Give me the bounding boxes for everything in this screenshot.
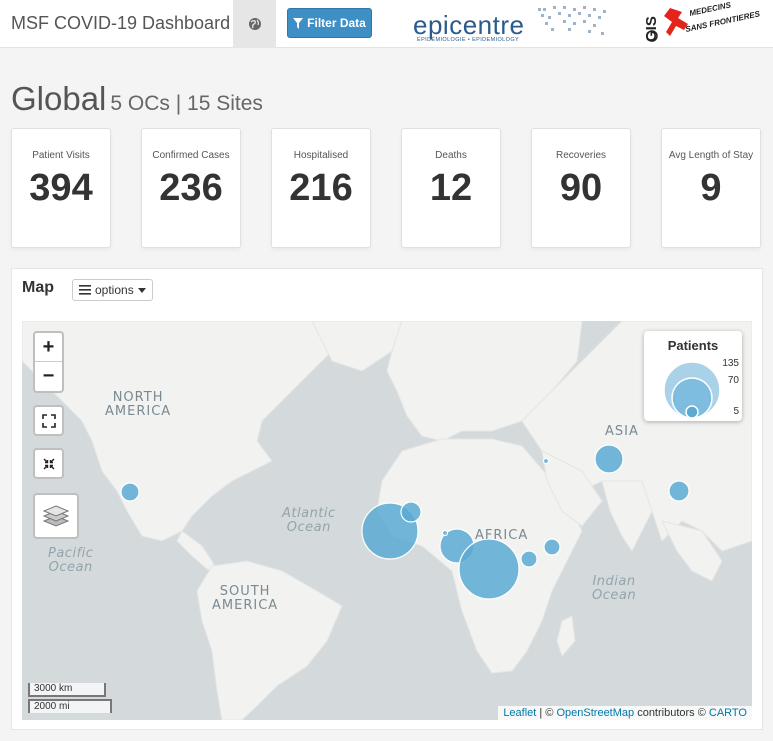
msf-gis-logo: GIS MEDECINS SANS FRONTIERES — [640, 0, 761, 46]
filter-icon — [293, 17, 304, 29]
legend-value-min: 5 — [733, 406, 739, 417]
stat-card-recoveries: Recoveries 90 — [531, 128, 631, 248]
osm-link[interactable]: OpenStreetMap — [556, 707, 634, 719]
app-title-text: MSF COVID-19 Dashboard — [11, 13, 231, 33]
map-options-button[interactable]: options — [72, 279, 153, 301]
page-title: Global — [11, 80, 107, 117]
stat-label: Confirmed Cases — [152, 150, 230, 161]
site-bubble — [520, 550, 538, 568]
stat-label: Deaths — [435, 150, 467, 161]
stat-card-deaths: Deaths 12 — [401, 128, 501, 248]
globe-button[interactable] — [233, 0, 276, 48]
scale-bar-mi: 2000 mi — [28, 699, 112, 713]
map-options-label: options — [95, 283, 134, 297]
stat-label: Recoveries — [555, 150, 607, 161]
stat-card-hospitalised: Hospitalised 216 — [271, 128, 371, 248]
stat-label: Patient Visits — [32, 150, 90, 161]
label-indian-ocean: Indian Ocean — [592, 574, 637, 603]
site-bubble — [543, 538, 561, 556]
scale-bar-km: 3000 km — [28, 683, 106, 697]
site-bubble — [120, 482, 140, 502]
world-map[interactable]: NORTH AMERICA SOUTH AMERICA AFRICA ASIA … — [22, 321, 752, 720]
stat-value: 394 — [29, 167, 93, 209]
top-navbar: MSF COVID-19 Dashboardbeta Filter Data e… — [0, 0, 773, 48]
collapse-icon — [43, 458, 54, 469]
page-subtitle: 5 OCs | 15 Sites — [110, 92, 263, 115]
legend-title: Patients — [667, 338, 719, 353]
stat-value: 216 — [289, 167, 353, 209]
site-bubble — [668, 480, 690, 502]
label-north-america: NORTH AMERICA — [105, 390, 172, 419]
map-basemap — [22, 321, 752, 720]
stat-label: Avg Length of Stay — [668, 150, 754, 161]
map-panel-title: Map — [22, 279, 54, 296]
svg-text:GIS: GIS — [643, 16, 660, 42]
stat-value: 236 — [159, 167, 223, 209]
stat-card-patient-visits: Patient Visits 394 — [11, 128, 111, 248]
stat-value: 90 — [559, 167, 603, 209]
layers-button[interactable] — [33, 493, 79, 539]
label-atlantic-ocean: Atlantic Ocean — [282, 506, 336, 535]
site-bubble — [441, 529, 449, 537]
caret-down-icon — [137, 287, 146, 293]
globe-icon — [248, 18, 261, 30]
stat-value: 12 — [429, 167, 473, 209]
site-bubble — [594, 444, 624, 474]
label-pacific-ocean: Pacific Ocean — [48, 546, 94, 575]
patients-legend: Patients 135 70 5 — [644, 331, 742, 421]
epicentre-tagline: ÉPIDÉMIOLOGIE • EPIDEMIOLOGY — [417, 37, 520, 43]
label-south-america: SOUTH AMERICA — [212, 584, 279, 613]
filter-data-label: Filter Data — [307, 16, 366, 30]
filter-data-button[interactable]: Filter Data — [287, 8, 372, 38]
site-bubble — [542, 457, 550, 465]
stat-label: Hospitalised — [293, 150, 349, 161]
label-asia: ASIA — [605, 424, 639, 439]
layers-icon — [43, 505, 69, 527]
list-icon — [79, 285, 91, 295]
label-africa: AFRICA — [475, 528, 529, 543]
stat-card-avg-length-of-stay: Avg Length of Stay 9 — [661, 128, 761, 248]
collapse-button[interactable] — [33, 448, 64, 479]
fullscreen-button[interactable] — [33, 405, 64, 436]
stat-card-confirmed-cases: Confirmed Cases 236 — [141, 128, 241, 248]
site-bubble — [458, 538, 520, 600]
attribution-contributors: contributors © — [634, 707, 709, 719]
fullscreen-icon — [41, 413, 56, 428]
legend-value-mid: 70 — [727, 375, 739, 386]
legend-value-max: 135 — [722, 358, 739, 369]
page-heading: Global 5 OCs | 15 Sites — [11, 80, 263, 118]
epicentre-logo: epicentre ÉPIDÉMIOLOGIE • EPIDEMIOLOGY — [413, 4, 613, 44]
map-attribution: Leaflet | © OpenStreetMap contributors ©… — [498, 706, 752, 720]
map-panel: Map options NORTH AMERICA SOUTH AMERICA … — [11, 268, 763, 730]
site-bubble — [400, 501, 422, 523]
stat-value: 9 — [700, 167, 722, 209]
zoom-control: + − — [33, 331, 64, 393]
legend-circles — [663, 361, 721, 419]
zoom-in-button[interactable]: + — [35, 333, 62, 362]
attribution-separator: | © — [536, 707, 557, 719]
msf-logo-graphic: GIS MEDECINS SANS FRONTIERES — [643, 0, 761, 42]
carto-link[interactable]: CARTO — [709, 707, 747, 719]
zoom-out-button[interactable]: − — [35, 362, 62, 391]
leaflet-link[interactable]: Leaflet — [503, 707, 536, 719]
app-title[interactable]: MSF COVID-19 Dashboardbeta — [11, 13, 256, 34]
